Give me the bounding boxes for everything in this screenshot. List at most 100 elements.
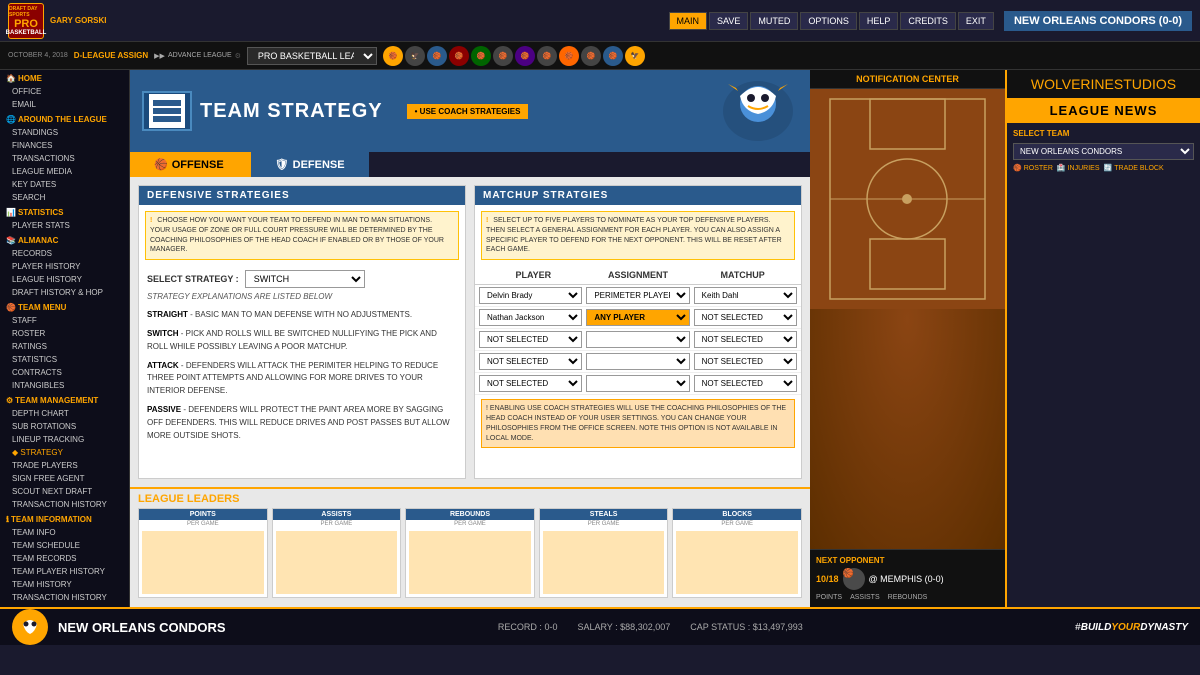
sidebar-item-finances[interactable]: FINANCES	[0, 139, 129, 152]
trade-block-btn[interactable]: 🔄 TRADE BLOCK	[1104, 164, 1164, 172]
leaders-col-rebounds-sub: PER GAME	[406, 520, 534, 528]
team-icon-5[interactable]: 🏀	[471, 46, 491, 66]
credits-nav-btn[interactable]: CREDITS	[900, 12, 956, 30]
page-title: TEAM STRATEGY	[200, 100, 383, 123]
sidebar-item-transaction-history2[interactable]: TRANSACTION HISTORY	[0, 591, 129, 604]
sidebar: 🏠 HOME OFFICE EMAIL 🌐 AROUND THE LEAGUE …	[0, 70, 130, 607]
sidebar-item-strategy[interactable]: ◆ STRATEGY	[0, 446, 129, 459]
injuries-btn[interactable]: 🏥 INJURIES	[1057, 164, 1100, 172]
sidebar-item-staff[interactable]: STAFF	[0, 314, 129, 327]
sidebar-item-team-stats[interactable]: STATISTICS	[0, 353, 129, 366]
sidebar-item-trade-players[interactable]: TRADE PLAYERS	[0, 459, 129, 472]
sidebar-item-draft-history[interactable]: DRAFT HISTORY & HOP	[0, 286, 129, 299]
date-display: OCTOBER 4, 2018	[8, 52, 68, 59]
sidebar-item-team-player-history[interactable]: TEAM PLAYER HISTORY	[0, 565, 129, 578]
sidebar-item-records[interactable]: RECORDS	[0, 247, 129, 260]
leaders-col-points-header: POINTS	[139, 509, 267, 520]
right-panel: NOTIFICATION CENTER NEXT OPPONENT 10/18 …	[810, 70, 1005, 607]
info-icon-2: !	[486, 217, 488, 224]
sidebar-item-depth-chart[interactable]: DEPTH CHART	[0, 407, 129, 420]
sidebar-item-player-stats[interactable]: PLAYER STATS	[0, 219, 129, 232]
assignment-select-3[interactable]	[586, 331, 689, 348]
sidebar-item-transactions[interactable]: TRANSACTIONS	[0, 152, 129, 165]
sidebar-item-roster[interactable]: ROSTER	[0, 327, 129, 340]
player-select-1[interactable]: Delvin Brady	[479, 287, 582, 304]
assignment-select-5[interactable]	[586, 375, 689, 392]
player-select-3[interactable]: NOT SELECTED	[479, 331, 582, 348]
opponent-logo: 🏀	[843, 568, 865, 590]
team-icon-4[interactable]: 🏀	[449, 46, 469, 66]
leaders-blocks-bar	[676, 531, 798, 594]
sidebar-item-search[interactable]: SEARCH	[0, 191, 129, 204]
sidebar-item-team-history[interactable]: TEAM HISTORY	[0, 578, 129, 591]
sidebar-item-league-media[interactable]: LEAGUE MEDIA	[0, 165, 129, 178]
team-icon-1[interactable]: 🏀	[383, 46, 403, 66]
next-opponent-label: NEXT OPPONENT	[816, 556, 999, 565]
team-icon-3[interactable]: 🏀	[427, 46, 447, 66]
team-icon-10[interactable]: 🏀	[581, 46, 601, 66]
sidebar-item-team-schedule[interactable]: TEAM SCHEDULE	[0, 539, 129, 552]
player-select-4[interactable]: NOT SELECTED	[479, 353, 582, 370]
sidebar-item-scout[interactable]: SCOUT NEXT DRAFT	[0, 485, 129, 498]
strategy-list: STRAIGHT - BASIC MAN TO MAN DEFENSE WITH…	[139, 305, 465, 446]
select-team-dropdown[interactable]: NEW ORLEANS CONDORS	[1013, 143, 1194, 160]
matchup-select-5[interactable]: NOT SELECTED	[694, 375, 797, 392]
strategy-select-dropdown[interactable]: SWITCH STRAIGHT ATTACK PASSIVE	[245, 270, 365, 288]
offense-tab[interactable]: 🏀 OFFENSE	[130, 152, 248, 177]
team-icon-12[interactable]: 🦅	[625, 46, 645, 66]
matchup-select-1[interactable]: Keith Dahl	[694, 287, 797, 304]
sidebar-item-team-info[interactable]: TEAM INFO	[0, 526, 129, 539]
sidebar-item-player-history[interactable]: PLAYER HISTORY	[0, 260, 129, 273]
team-icon-8[interactable]: 🏀	[537, 46, 557, 66]
defense-tab[interactable]: 🛡 DEFENSE	[248, 152, 369, 177]
roster-btn[interactable]: 🏀 ROSTER	[1013, 164, 1053, 172]
coach-toggle-btn[interactable]: • USE COACH STRATEGIES	[407, 104, 529, 119]
muted-nav-btn[interactable]: MUTED	[750, 12, 798, 30]
save-nav-btn[interactable]: SAVE	[709, 12, 748, 30]
matchup-strategies-panel: MATCHUP STRATGIES ! SELECT UP TO FIVE PL…	[474, 185, 802, 479]
defensive-panel-title: DEFENSIVE STRATEGIES	[139, 186, 465, 205]
sidebar-item-league-history[interactable]: LEAGUE HISTORY	[0, 273, 129, 286]
sidebar-item-ratings[interactable]: RATINGS	[0, 340, 129, 353]
player-select-5[interactable]: NOT SELECTED	[479, 375, 582, 392]
league-selector[interactable]: PRO BASKETBALL LEAGUE	[247, 47, 377, 65]
team-icon-9[interactable]: 🏀	[559, 46, 579, 66]
sidebar-item-sign-free-agent[interactable]: SIGN FREE AGENT	[0, 472, 129, 485]
matchup-select-2[interactable]: NOT SELECTED	[694, 309, 797, 326]
exit-nav-btn[interactable]: EXIT	[958, 12, 994, 30]
sidebar-item-office[interactable]: OFFICE	[0, 85, 129, 98]
footer-hashtag: #BUILDYOURDYNASTY	[1075, 622, 1188, 633]
switch-desc: PICK AND ROLLS WILL BE SWITCHED NULLIFYI…	[147, 329, 437, 351]
mascot-area	[718, 76, 798, 146]
team-icon-6[interactable]: 🏀	[493, 46, 513, 66]
assignment-select-4[interactable]	[586, 353, 689, 370]
sidebar-item-standings[interactable]: STANDINGS	[0, 126, 129, 139]
sidebar-item-lineup-tracking[interactable]: LINEUP TRACKING	[0, 433, 129, 446]
main-nav-btn[interactable]: MAIN	[669, 12, 708, 30]
assignment-select-1[interactable]: PERIMETER PLAYER	[586, 287, 689, 304]
select-team-area: SELECT TEAM NEW ORLEANS CONDORS 🏀 ROSTER…	[1007, 123, 1200, 178]
sidebar-item-intangibles[interactable]: INTANGIBLES	[0, 379, 129, 392]
team-icon-7[interactable]: 🏀	[515, 46, 535, 66]
help-nav-btn[interactable]: HELP	[859, 12, 899, 30]
matchup-panel-info: ! SELECT UP TO FIVE PLAYERS TO NOMINATE …	[481, 211, 795, 260]
team-icon-11[interactable]: 🏀	[603, 46, 623, 66]
sidebar-item-transaction-history[interactable]: TRANSACTION HISTORY	[0, 498, 129, 511]
attack-label: ATTACK	[147, 361, 179, 370]
team-icon-2[interactable]: 🦅	[405, 46, 425, 66]
sidebar-section-team-features: ⭐ TEAM FEATURES	[0, 604, 129, 607]
tabs: 🏀 OFFENSE 🛡 DEFENSE	[130, 152, 810, 177]
sidebar-item-key-dates[interactable]: KEY DATES	[0, 178, 129, 191]
straight-label: STRAIGHT	[147, 310, 188, 319]
sidebar-item-team-records[interactable]: TEAM RECORDS	[0, 552, 129, 565]
assignment-select-2[interactable]: ANY PLAYER	[586, 309, 689, 326]
options-nav-btn[interactable]: OPTIONS	[800, 12, 857, 30]
sidebar-item-contracts[interactable]: CONTRACTS	[0, 366, 129, 379]
sidebar-item-email[interactable]: EMAIL	[0, 98, 129, 111]
matchup-select-3[interactable]: NOT SELECTED	[694, 331, 797, 348]
sidebar-item-sub-rotations[interactable]: SUB ROTATIONS	[0, 420, 129, 433]
sidebar-section-almanac: 📚 ALMANAC	[0, 232, 129, 247]
player-select-2[interactable]: Nathan Jackson	[479, 309, 582, 326]
matchup-select-4[interactable]: NOT SELECTED	[694, 353, 797, 370]
sidebar-section-team-menu: 🏀 TEAM MENU	[0, 299, 129, 314]
